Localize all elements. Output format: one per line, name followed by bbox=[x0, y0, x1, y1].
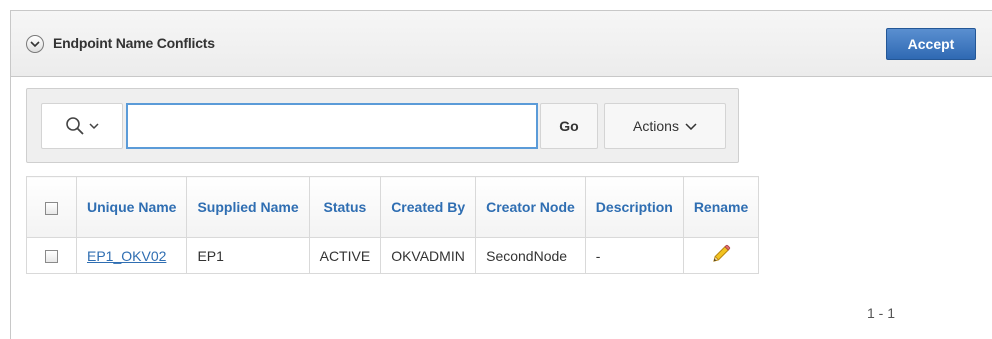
collapse-toggle[interactable] bbox=[26, 35, 44, 53]
status-cell: ACTIVE bbox=[308, 237, 382, 274]
chevron-down-icon bbox=[89, 123, 99, 130]
search-icon bbox=[66, 117, 84, 135]
column-header-created-by[interactable]: Created By bbox=[380, 176, 477, 238]
unique-name-cell: EP1_OKV02 bbox=[75, 237, 188, 274]
region-header: Endpoint Name Conflicts Accept bbox=[11, 11, 992, 77]
column-header-creator-node[interactable]: Creator Node bbox=[475, 176, 586, 238]
region-title: Endpoint Name Conflicts bbox=[53, 35, 215, 51]
chevron-down-icon bbox=[30, 41, 40, 48]
supplied-name-cell: EP1 bbox=[186, 237, 310, 274]
column-header-status[interactable]: Status bbox=[308, 176, 382, 238]
table-row: EP1_OKV02 EP1 ACTIVE OKVADMIN SecondNode… bbox=[26, 237, 760, 274]
endpoint-conflicts-region: Endpoint Name Conflicts Accept Go Action… bbox=[10, 10, 992, 339]
accept-button[interactable]: Accept bbox=[886, 28, 976, 60]
go-button[interactable]: Go bbox=[540, 103, 598, 149]
pencil-icon[interactable] bbox=[711, 244, 731, 264]
description-cell: - bbox=[584, 237, 684, 274]
creator-node-cell: SecondNode bbox=[475, 237, 586, 274]
select-all-checkbox[interactable] bbox=[45, 201, 58, 215]
search-toolbar: Go Actions bbox=[26, 88, 739, 163]
pagination-range: 1 - 1 bbox=[867, 305, 896, 321]
select-all-header bbox=[26, 176, 77, 238]
column-header-rename[interactable]: Rename bbox=[682, 176, 760, 238]
conflicts-table: Unique Name Supplied Name Status Created… bbox=[26, 176, 760, 274]
actions-label: Actions bbox=[633, 118, 679, 134]
column-header-unique-name[interactable]: Unique Name bbox=[75, 176, 188, 238]
column-header-description[interactable]: Description bbox=[584, 176, 684, 238]
row-select-cell bbox=[26, 237, 77, 274]
search-column-menu[interactable] bbox=[41, 103, 123, 149]
search-input[interactable] bbox=[126, 103, 538, 149]
column-header-supplied-name[interactable]: Supplied Name bbox=[186, 176, 310, 238]
created-by-cell: OKVADMIN bbox=[380, 237, 477, 274]
chevron-down-icon bbox=[685, 123, 697, 130]
rename-cell bbox=[682, 237, 760, 274]
actions-menu-button[interactable]: Actions bbox=[604, 103, 726, 149]
table-header-row: Unique Name Supplied Name Status Created… bbox=[26, 176, 760, 238]
unique-name-link[interactable]: EP1_OKV02 bbox=[87, 248, 166, 264]
row-checkbox[interactable] bbox=[45, 250, 58, 264]
